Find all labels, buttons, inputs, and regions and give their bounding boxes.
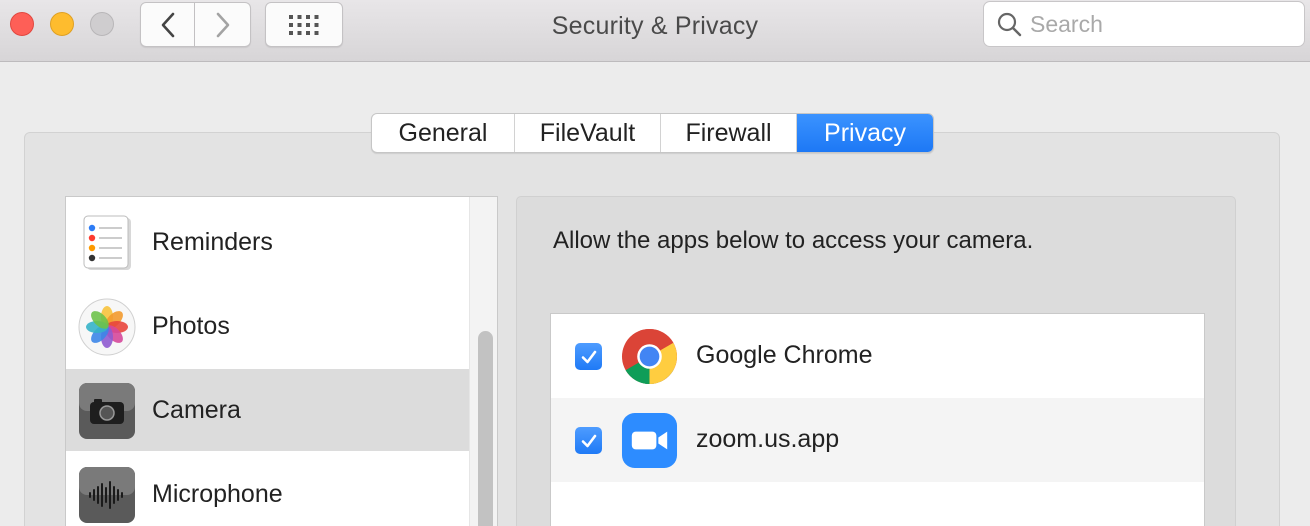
camera-icon: [79, 383, 135, 439]
allow-checkbox[interactable]: [575, 427, 602, 454]
sidebar-item-microphone[interactable]: Microphone: [66, 453, 469, 526]
search-input[interactable]: [1030, 10, 1280, 38]
title-bar: Security & Privacy: [0, 0, 1310, 62]
tab-bar: General FileVault Firewall Privacy: [371, 113, 934, 153]
zoom-icon: [621, 412, 678, 469]
app-permission-list: Google Chrome zoom.us.app: [550, 313, 1205, 526]
app-name: Google Chrome: [696, 341, 873, 369]
app-name: zoom.us.app: [696, 425, 840, 453]
camera-permissions-pane: Allow the apps below to access your came…: [516, 196, 1236, 526]
search-icon: [997, 12, 1022, 37]
privacy-category-list[interactable]: Reminders Photos Camera Microphone: [65, 196, 498, 526]
reminders-icon: [83, 215, 131, 270]
sidebar-item-label: Reminders: [152, 227, 273, 256]
allow-checkbox[interactable]: [575, 343, 602, 370]
tab-general[interactable]: General: [372, 114, 515, 152]
list-item: Google Chrome: [551, 314, 1204, 398]
sidebar-item-label: Photos: [152, 311, 230, 340]
sidebar-item-camera[interactable]: Camera: [66, 369, 469, 451]
tab-privacy[interactable]: Privacy: [797, 114, 933, 152]
microphone-icon: [79, 467, 135, 523]
sidebar-item-label: Microphone: [152, 479, 283, 508]
photos-icon: [78, 298, 136, 356]
sidebar-scrollbar[interactable]: [469, 197, 497, 526]
tab-filevault[interactable]: FileVault: [515, 114, 661, 152]
permission-description: Allow the apps below to access your came…: [553, 227, 1034, 254]
chrome-icon: [621, 328, 678, 385]
list-item: zoom.us.app: [551, 398, 1204, 482]
scrollbar-thumb[interactable]: [478, 331, 493, 526]
tab-firewall[interactable]: Firewall: [661, 114, 797, 152]
sidebar-item-label: Camera: [152, 395, 241, 424]
checkmark-icon: [581, 350, 596, 363]
sidebar-item-photos[interactable]: Photos: [66, 285, 469, 367]
search-field[interactable]: [983, 1, 1305, 47]
sidebar-item-reminders[interactable]: Reminders: [66, 201, 469, 283]
checkmark-icon: [581, 434, 596, 447]
